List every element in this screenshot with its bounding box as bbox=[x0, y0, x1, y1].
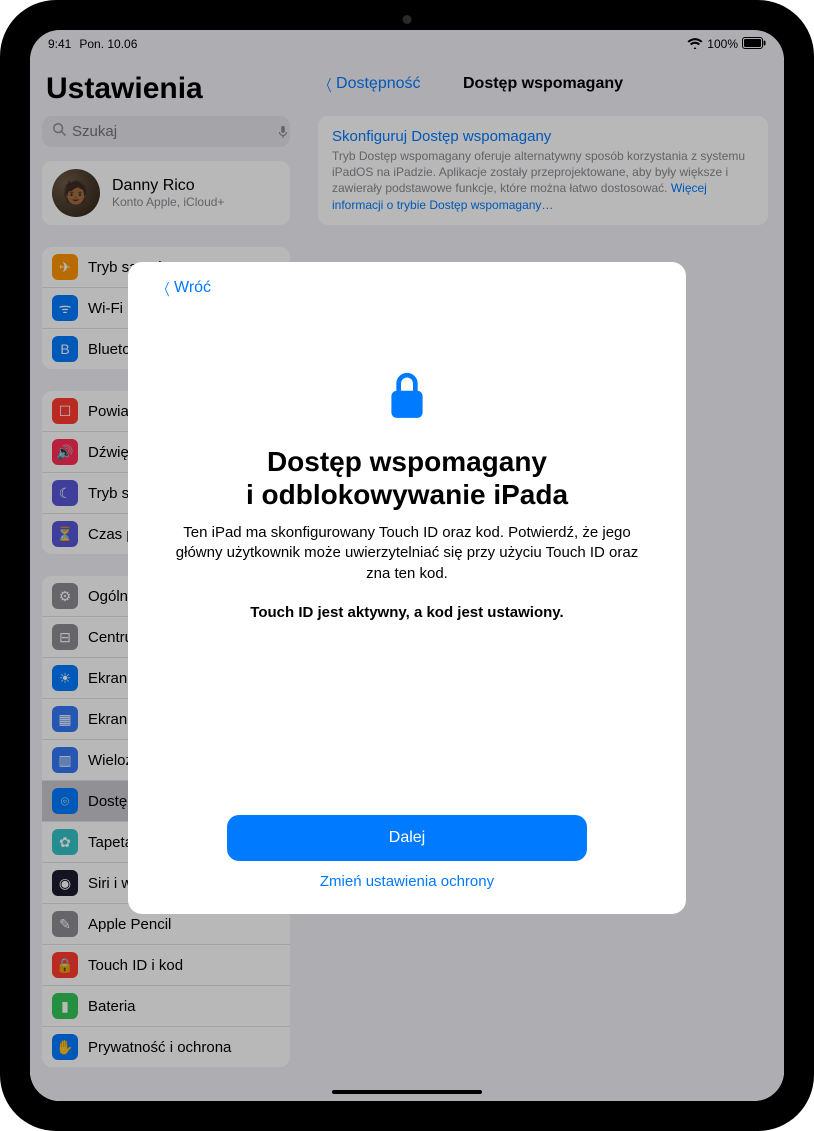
camera-dot bbox=[403, 15, 412, 24]
modal-status-text: Touch ID jest aktywny, a kod jest ustawi… bbox=[250, 604, 563, 621]
screen: 9:41 Pon. 10.06 100% Ustawienia bbox=[30, 30, 784, 1101]
home-indicator[interactable] bbox=[332, 1090, 482, 1094]
modal-back-button[interactable]: 〈 Wróć bbox=[156, 276, 211, 300]
modal-description: Ten iPad ma skonfigurowany Touch ID oraz… bbox=[156, 523, 658, 584]
next-button[interactable]: Dalej bbox=[227, 815, 587, 861]
ipad-frame: 9:41 Pon. 10.06 100% Ustawienia bbox=[0, 0, 814, 1131]
chevron-left-icon: 〈 bbox=[158, 276, 169, 300]
lock-icon bbox=[385, 370, 429, 427]
assistive-access-modal: 〈 Wróć Dostęp wspomagany i odblokowywani… bbox=[128, 262, 686, 914]
modal-title-line1: Dostęp wspomagany bbox=[267, 446, 547, 477]
modal-title-line2: i odblokowywanie iPada bbox=[246, 479, 568, 510]
change-security-settings-link[interactable]: Zmień ustawienia ochrony bbox=[320, 873, 494, 890]
modal-title: Dostęp wspomagany i odblokowywanie iPada bbox=[246, 445, 568, 511]
modal-back-label: Wróć bbox=[174, 279, 211, 297]
